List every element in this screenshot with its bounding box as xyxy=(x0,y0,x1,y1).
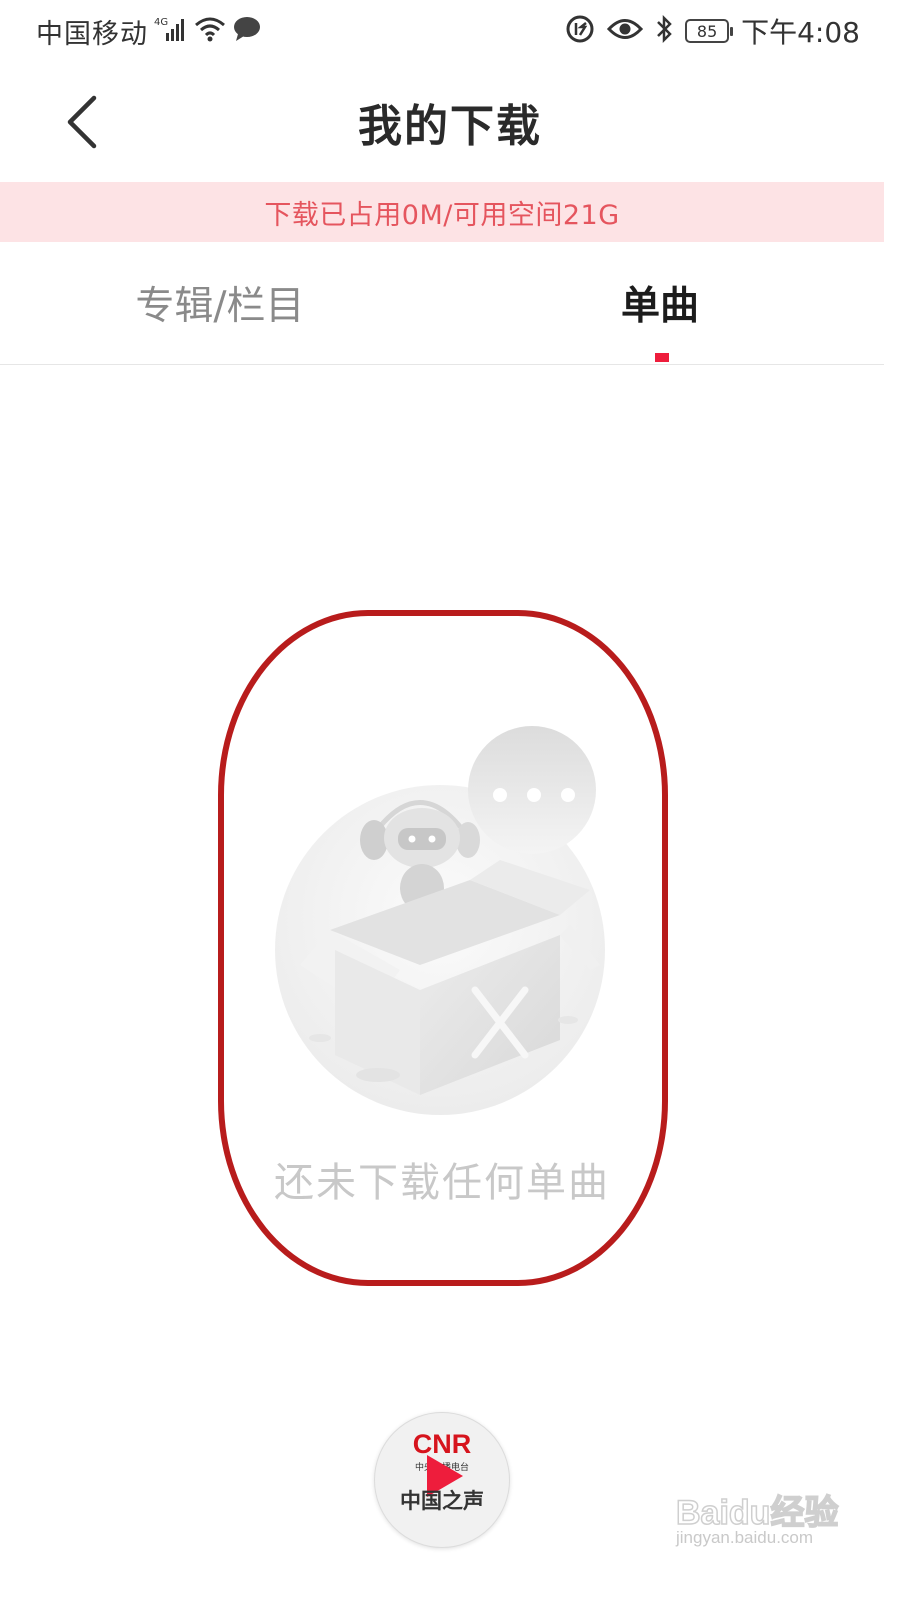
storage-banner: 下载已占用0M/可用空间21G xyxy=(0,182,884,242)
tab-singles[interactable]: 单曲 xyxy=(560,242,760,364)
data-saver-icon xyxy=(565,14,595,48)
message-icon xyxy=(232,15,262,47)
carrier-label: 中国移动 xyxy=(36,18,148,50)
bluetooth-icon xyxy=(655,14,673,48)
nav-bar: 我的下载 xyxy=(0,62,900,182)
page-title: 我的下载 xyxy=(358,101,542,152)
status-bar-right: 85 下午4:08 xyxy=(565,12,860,50)
player-button[interactable]: CNR 中央广播电台 中国之声 xyxy=(374,1412,510,1548)
tab-albums-label: 专辑/栏目 xyxy=(135,284,305,329)
watermark-url: jingyan.baidu.com xyxy=(676,1528,814,1547)
empty-box-illustration xyxy=(275,726,605,1115)
battery-level: 85 xyxy=(696,21,718,41)
wifi-icon xyxy=(194,15,226,47)
active-tab-indicator xyxy=(655,353,669,362)
tab-singles-label: 单曲 xyxy=(620,284,699,329)
signal-icon: 4G xyxy=(154,15,188,47)
network-type-label: 4G xyxy=(154,17,168,28)
status-time: 下午4:08 xyxy=(741,16,860,49)
player-station-name: 中国之声 xyxy=(400,1489,484,1513)
watermark-brand: Baidu经验 xyxy=(676,1493,838,1532)
eye-comfort-icon xyxy=(607,16,644,46)
battery-icon: 85 xyxy=(685,19,734,43)
tab-albums[interactable]: 专辑/栏目 xyxy=(60,242,380,364)
status-bar: 中国移动 4G 85 下午4:08 xyxy=(0,0,900,62)
status-bar-left: 中国移动 4G xyxy=(36,12,262,50)
download-tabs: 专辑/栏目 单曲 xyxy=(0,242,884,365)
empty-state-message: 还未下载任何单曲 xyxy=(274,1160,610,1206)
storage-usage-text: 下载已占用0M/可用空间21G xyxy=(264,199,620,231)
